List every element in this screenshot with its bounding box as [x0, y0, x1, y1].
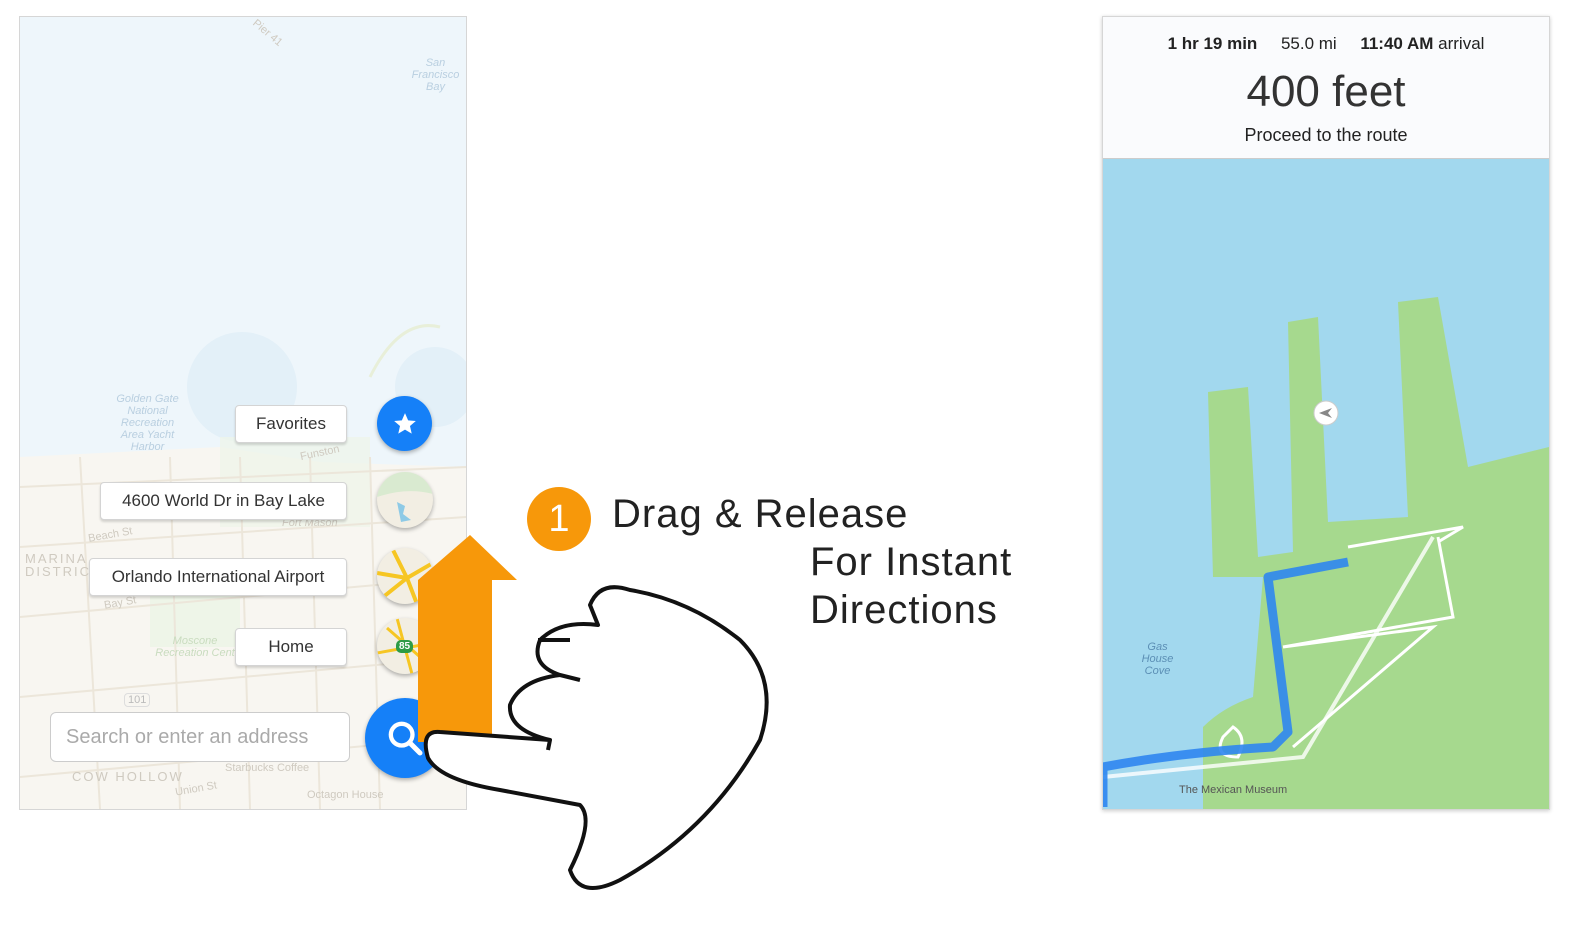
trip-duration: 1 hr 19 min [1167, 34, 1258, 53]
map-label-gas-house-cove: Gas House Cove [1141, 641, 1174, 677]
maneuver-distance: 400 feet [1246, 67, 1406, 116]
map-label-octagon: Octagon House [307, 789, 384, 801]
navigation-screen: 1 hr 19 min 55.0 mi 11:40 AM arrival 400… [1102, 16, 1550, 810]
recent-item-home[interactable]: Home [235, 628, 347, 666]
highway-101-shield: 101 [124, 693, 151, 707]
map-label-mexican-museum: The Mexican Museum [1179, 784, 1288, 796]
instruction-line-3: Directions [810, 588, 998, 632]
favorites-button[interactable] [377, 396, 432, 451]
trip-summary: 1 hr 19 min 55.0 mi 11:40 AM arrival [1103, 34, 1549, 54]
hand-pointer-icon [423, 585, 769, 890]
map-label-cow-hollow: COW HOLLOW [72, 769, 184, 784]
arrival-time: 11:40 AM [1360, 34, 1434, 53]
map-thumbnail-icon [377, 472, 433, 522]
arrival-label: arrival [1438, 34, 1485, 53]
star-icon [393, 412, 416, 434]
recent-item-world-dr[interactable]: 4600 World Dr in Bay Lake [100, 482, 347, 520]
map-label-harbor: Golden Gate National Recreation Area Yac… [116, 393, 179, 453]
favorites-label[interactable]: Favorites [235, 405, 347, 443]
recent-item-orlando-airport[interactable]: Orlando International Airport [89, 558, 347, 596]
map-label-bay: San Francisco Bay [411, 57, 460, 93]
map-label-marina: MARINA DISTRICT [25, 551, 101, 579]
map-search-screen: Pier 41 San Francisco Bay Golden Gate Na… [19, 16, 467, 810]
trip-distance: 55.0 mi [1280, 34, 1337, 53]
maneuver-instruction: Proceed to the route [1244, 125, 1408, 145]
map-label-moscone: Moscone Recreation Cent [155, 635, 235, 659]
navigation-header: 1 hr 19 min 55.0 mi 11:40 AM arrival 400… [1103, 17, 1549, 159]
map-label-starbucks: Starbucks Coffee [225, 762, 310, 774]
step-number-badge: 1 [527, 487, 591, 551]
search-input[interactable]: Search or enter an address [50, 712, 350, 762]
instruction-line-1: Drag & Release [612, 492, 909, 536]
recent-thumbnail-lake[interactable] [377, 472, 433, 528]
instruction-line-2: For Instant [810, 540, 1013, 584]
